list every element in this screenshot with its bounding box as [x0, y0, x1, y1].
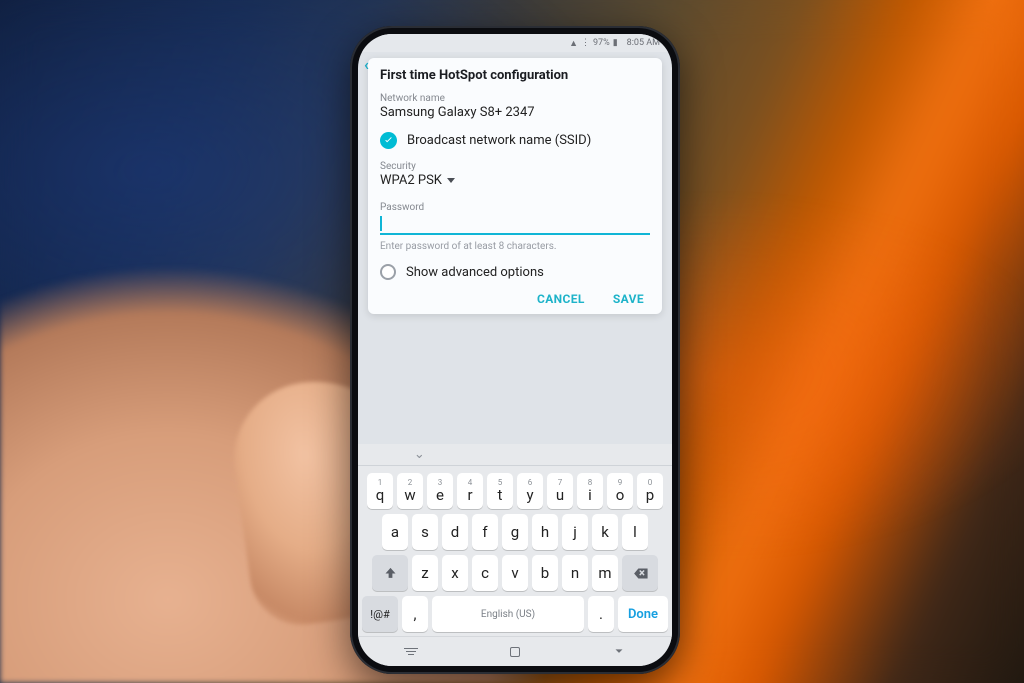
security-value: WPA2 PSK: [380, 173, 442, 188]
key-u[interactable]: 7u: [547, 473, 573, 509]
recents-button[interactable]: [404, 648, 418, 656]
key-a[interactable]: a: [382, 514, 408, 550]
status-bar: ▲ ⋮ 97% ▮ 8:05 AM: [358, 34, 672, 52]
network-name-label: Network name: [380, 93, 650, 104]
key-p[interactable]: 0p: [637, 473, 663, 509]
key-o[interactable]: 9o: [607, 473, 633, 509]
key-k[interactable]: k: [592, 514, 618, 550]
save-button[interactable]: SAVE: [613, 292, 644, 306]
key-q[interactable]: 1q: [367, 473, 393, 509]
text-cursor: [380, 216, 382, 231]
check-circle-icon: [380, 132, 397, 149]
clock-text: 8:05 AM: [627, 38, 660, 48]
signal-icon: ▲: [569, 38, 578, 49]
key-g[interactable]: g: [502, 514, 528, 550]
period-key[interactable]: .: [588, 596, 614, 632]
phone-body: ▲ ⋮ 97% ▮ 8:05 AM ‹ First time HotSpot c…: [350, 26, 680, 674]
backspace-key[interactable]: [622, 555, 658, 591]
key-b[interactable]: b: [532, 555, 558, 591]
key-i[interactable]: 8i: [577, 473, 603, 509]
suggestion-bar[interactable]: ⌄: [358, 444, 672, 466]
broadcast-ssid-row[interactable]: Broadcast network name (SSID): [380, 132, 650, 149]
radio-unchecked-icon: [380, 264, 396, 280]
key-h[interactable]: h: [532, 514, 558, 550]
advanced-options-row[interactable]: Show advanced options: [380, 264, 650, 280]
nav-bar: [358, 636, 672, 666]
battery-text: 97%: [593, 38, 610, 48]
key-w[interactable]: 2w: [397, 473, 423, 509]
hotspot-config-dialog: First time HotSpot configuration Network…: [368, 58, 662, 314]
key-t[interactable]: 5t: [487, 473, 513, 509]
key-l[interactable]: l: [622, 514, 648, 550]
battery-icon: ▮: [613, 38, 618, 48]
key-v[interactable]: v: [502, 555, 528, 591]
done-key[interactable]: Done: [618, 596, 668, 632]
dialog-title: First time HotSpot configuration: [380, 68, 650, 83]
network-name-field[interactable]: Samsung Galaxy S8+ 2347: [380, 105, 650, 120]
key-z[interactable]: z: [412, 555, 438, 591]
comma-key[interactable]: ,: [402, 596, 428, 632]
key-d[interactable]: d: [442, 514, 468, 550]
key-r[interactable]: 4r: [457, 473, 483, 509]
keyboard-hide-button[interactable]: [612, 643, 626, 661]
password-label: Password: [380, 202, 650, 213]
wifi-icon: ⋮: [581, 38, 590, 48]
key-n[interactable]: n: [562, 555, 588, 591]
symbols-key[interactable]: !@#: [362, 596, 398, 632]
password-input[interactable]: [380, 215, 650, 235]
cancel-button[interactable]: CANCEL: [537, 292, 585, 306]
back-button[interactable]: ‹: [364, 55, 369, 74]
security-label: Security: [380, 161, 650, 172]
password-hint: Enter password of at least 8 characters.: [380, 241, 650, 252]
key-y[interactable]: 6y: [517, 473, 543, 509]
phone-screen: ▲ ⋮ 97% ▮ 8:05 AM ‹ First time HotSpot c…: [358, 34, 672, 666]
key-f[interactable]: f: [472, 514, 498, 550]
spacebar-key[interactable]: English (US): [432, 596, 584, 632]
key-x[interactable]: x: [442, 555, 468, 591]
key-c[interactable]: c: [472, 555, 498, 591]
on-screen-keyboard: ⌄ 1q2w3e4r5t6y7u8i9o0p asdfghjkl zxcvbnm…: [358, 444, 672, 636]
key-e[interactable]: 3e: [427, 473, 453, 509]
key-j[interactable]: j: [562, 514, 588, 550]
security-dropdown[interactable]: WPA2 PSK: [380, 173, 650, 188]
chevron-down-icon: [447, 178, 455, 183]
key-s[interactable]: s: [412, 514, 438, 550]
advanced-options-label: Show advanced options: [406, 265, 544, 280]
broadcast-ssid-label: Broadcast network name (SSID): [407, 133, 591, 148]
key-m[interactable]: m: [592, 555, 618, 591]
shift-key[interactable]: [372, 555, 408, 591]
chevron-down-icon[interactable]: ⌄: [414, 447, 425, 462]
home-button[interactable]: [510, 647, 520, 657]
